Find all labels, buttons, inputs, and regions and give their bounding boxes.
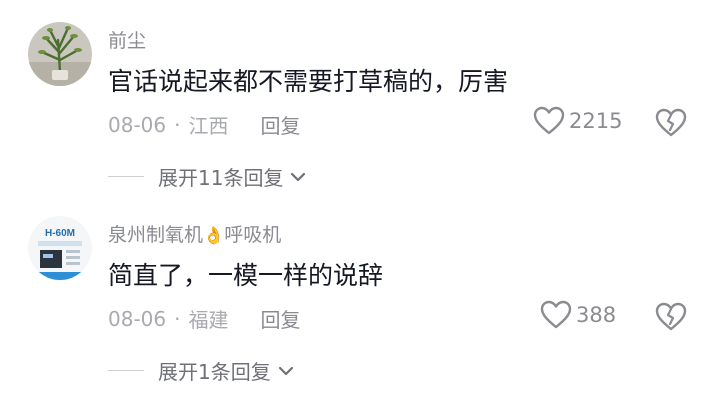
comment-location: 福建 bbox=[188, 308, 229, 332]
dislike-button[interactable] bbox=[655, 302, 687, 332]
separator-dot: · bbox=[174, 112, 181, 137]
like-button[interactable]: 2215 bbox=[533, 106, 622, 136]
divider-line bbox=[108, 176, 144, 177]
comment-location: 江西 bbox=[188, 114, 229, 138]
expand-replies-button[interactable]: 展开11条回复 bbox=[108, 162, 307, 191]
expand-replies-button[interactable]: 展开1条回复 bbox=[108, 356, 295, 385]
comment-date: 08-06 bbox=[108, 306, 167, 331]
comment-meta: 08-06 · 福建 回复 bbox=[108, 304, 300, 333]
chevron-down-icon bbox=[278, 366, 293, 375]
heart-outline-icon bbox=[533, 106, 565, 135]
avatar[interactable]: H-60M bbox=[28, 216, 92, 280]
username-prefix: 泉州制氧机 bbox=[108, 224, 204, 246]
username-suffix: 呼吸机 bbox=[224, 224, 282, 246]
avatar-plant-image bbox=[28, 22, 92, 86]
comment-text: 简直了，一模一样的说辞 bbox=[108, 261, 384, 290]
username[interactable]: 前尘 bbox=[108, 26, 146, 53]
like-count: 388 bbox=[576, 303, 617, 327]
divider-line bbox=[108, 370, 144, 371]
comment-date: 08-06 bbox=[108, 112, 167, 137]
expand-replies-label: 展开1条回复 bbox=[158, 360, 271, 384]
comment-meta: 08-06 · 江西 回复 bbox=[108, 110, 300, 139]
ok-hand-emoji: 👌 bbox=[203, 226, 225, 246]
broken-heart-icon bbox=[655, 302, 687, 331]
expand-replies-label: 展开11条回复 bbox=[158, 166, 284, 190]
dislike-button[interactable] bbox=[655, 108, 687, 138]
reply-button[interactable]: 回复 bbox=[260, 110, 300, 139]
avatar-product-image: H-60M bbox=[28, 216, 92, 280]
reply-button[interactable]: 回复 bbox=[260, 304, 300, 333]
like-count: 2215 bbox=[569, 109, 623, 133]
like-button[interactable]: 388 bbox=[540, 300, 616, 330]
avatar-brand-text: H-60M bbox=[45, 228, 75, 239]
username[interactable]: 泉州制氧机👌呼吸机 bbox=[108, 220, 281, 247]
chevron-down-icon bbox=[291, 172, 306, 181]
avatar[interactable] bbox=[28, 22, 92, 86]
heart-outline-icon bbox=[540, 300, 572, 329]
comment-text: 官话说起来都不需要打草稿的，厉害 bbox=[108, 67, 509, 96]
broken-heart-icon bbox=[655, 108, 687, 137]
separator-dot: · bbox=[174, 306, 181, 331]
